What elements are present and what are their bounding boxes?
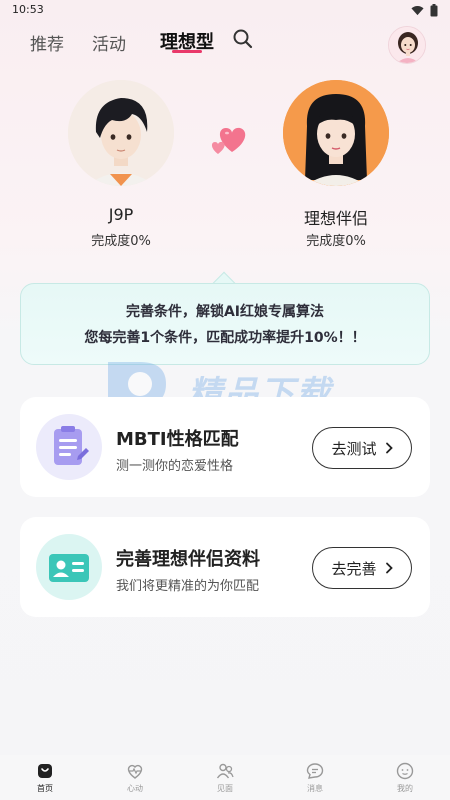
status-icons [411, 4, 438, 17]
go-complete-label: 去完善 [331, 559, 377, 578]
top-nav: 推荐 活动 理想型 [0, 22, 450, 62]
profile-icon [396, 762, 414, 780]
go-complete-button[interactable]: 去完善 [312, 547, 412, 589]
battery-icon [430, 4, 438, 17]
boy-avatar-illustration [68, 80, 174, 186]
tip-line-1: 完善条件，解锁AI红娘专属算法 [125, 304, 325, 320]
ideal-partner-card[interactable]: 完善理想伴侣资料 我们将更精准的为你匹配 去完善 [20, 517, 430, 617]
wifi-icon [411, 5, 424, 16]
home-icon [38, 764, 52, 778]
nav-home[interactable]: 首页 [20, 761, 70, 794]
nav-home-label: 首页 [37, 784, 53, 793]
status-time: 10:53 [12, 3, 44, 16]
status-bar: 10:53 [0, 0, 450, 22]
hearts-icon [211, 127, 246, 154]
nav-messages-label: 消息 [307, 784, 323, 793]
active-tab-indicator [172, 50, 202, 53]
chevron-right-icon [385, 442, 393, 454]
chevron-right-icon [385, 562, 393, 574]
mbti-card[interactable]: MBTI性格匹配 测一测你的恋爱性格 去测试 [20, 397, 430, 497]
girl-avatar-illustration [283, 80, 389, 186]
search-button[interactable] [232, 28, 254, 50]
tip-line-2: 您每完善1个条件，匹配成功率提升10%！！ [84, 330, 366, 346]
go-test-button[interactable]: 去测试 [312, 427, 412, 469]
id-card-icon-container [36, 534, 102, 600]
search-icon [233, 29, 253, 49]
nav-meet-label: 见面 [217, 784, 233, 793]
ideal-partner-name: 理想伴侣 [303, 209, 368, 228]
bottom-nav: 首页 心动 见面 消息 我的 [0, 755, 450, 800]
tip-bubble: 完善条件，解锁AI红娘专属算法 您每完善1个条件，匹配成功率提升10%！！ [20, 283, 430, 365]
go-test-label: 去测试 [331, 439, 377, 458]
my-profile-avatar[interactable] [68, 80, 174, 186]
nav-profile[interactable]: 我的 [380, 761, 430, 794]
clipboard-icon [54, 426, 89, 465]
id-card-icon [49, 554, 89, 582]
tab-recommend[interactable]: 推荐 [30, 30, 64, 55]
my-profile-completion: 完成度0% [91, 234, 151, 249]
user-avatar[interactable] [388, 26, 426, 64]
ideal-partner-card-title: 完善理想伴侣资料 [116, 549, 260, 570]
tab-activity[interactable]: 活动 [92, 30, 126, 55]
nav-heartbeat[interactable]: 心动 [110, 761, 160, 794]
ideal-partner-avatar[interactable] [283, 80, 389, 186]
nav-messages[interactable]: 消息 [290, 761, 340, 794]
nav-heartbeat-label: 心动 [127, 784, 143, 793]
ideal-partner-completion: 完成度0% [306, 234, 366, 249]
mbti-card-subtitle: 测一测你的恋爱性格 [116, 459, 234, 474]
mbti-icon-container [36, 414, 102, 480]
ideal-partner-card-subtitle: 我们将更精准的为你匹配 [116, 579, 260, 594]
mbti-card-title: MBTI性格匹配 [116, 429, 239, 450]
meet-icon [216, 763, 234, 779]
heartbeat-icon [127, 764, 143, 779]
my-profile-name: J9P [108, 205, 134, 224]
nav-meet[interactable]: 见面 [200, 761, 250, 794]
message-icon [306, 763, 324, 779]
nav-profile-label: 我的 [397, 784, 413, 793]
